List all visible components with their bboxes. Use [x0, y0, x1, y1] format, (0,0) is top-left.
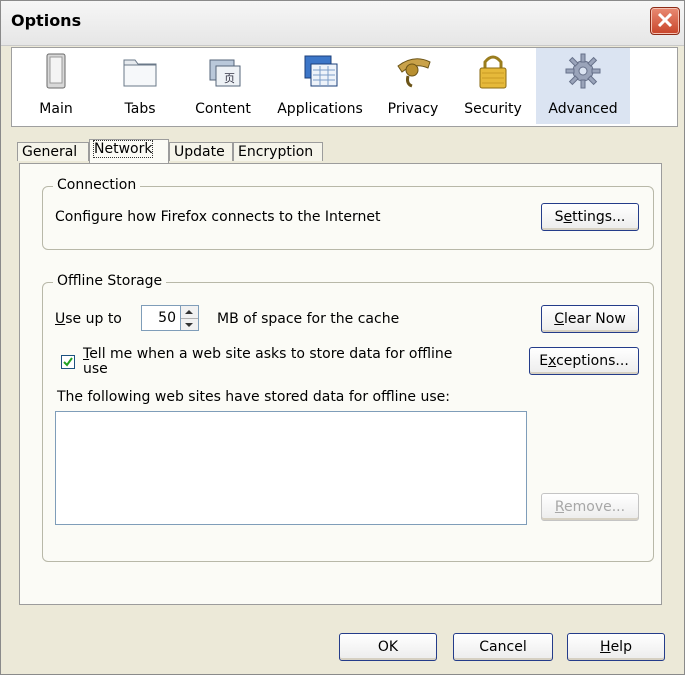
pane-main-button[interactable]: Main — [24, 48, 88, 124]
stored-sites-label: The following web sites have stored data… — [57, 389, 450, 405]
ok-button[interactable]: OK — [339, 633, 437, 661]
advanced-panel: General Network Update Encryption Connec… — [11, 127, 676, 605]
network-tab-page: Connection Configure how Firefox connect… — [19, 163, 662, 605]
security-pane-icon — [479, 55, 507, 89]
pane-applications-button[interactable]: Applications — [270, 48, 370, 124]
remove-button[interactable]: Remove... — [541, 493, 639, 521]
exceptions-button[interactable]: Exceptions... — [529, 347, 639, 375]
svg-text:页: 页 — [224, 72, 235, 85]
pane-applications-label: Applications — [277, 101, 363, 117]
connection-group-label: Connection — [53, 177, 141, 193]
cache-suffix-label: MB of space for the cache — [217, 311, 400, 327]
pane-toolbar: Main Tabs 页 Content Applications Privacy… — [11, 47, 678, 127]
content-pane-icon: 页 — [209, 59, 241, 87]
tab-general[interactable]: General — [17, 142, 89, 161]
pane-security-button[interactable]: Security — [456, 48, 530, 124]
tell-me-label[interactable]: Tell me when a web site asks to store da… — [83, 347, 452, 377]
pane-advanced-label: Advanced — [548, 101, 618, 117]
spin-down-button[interactable] — [181, 318, 198, 331]
spin-down-icon — [185, 323, 193, 327]
tell-me-checkbox[interactable] — [61, 355, 75, 369]
pane-security-label: Security — [464, 101, 522, 117]
connection-description: Configure how Firefox connects to the In… — [55, 209, 381, 225]
connection-group: Connection Configure how Firefox connect… — [42, 177, 654, 250]
window-title: Options — [11, 11, 82, 30]
pane-tabs-label: Tabs — [124, 101, 156, 117]
cache-size-input[interactable]: 50 — [141, 305, 181, 331]
tab-encryption-label: Encryption — [238, 144, 314, 160]
tab-network[interactable]: Network — [89, 139, 169, 163]
main-pane-icon — [46, 53, 66, 89]
offline-storage-group: Offline Storage Use up to 50 MB of space… — [42, 273, 654, 562]
close-button[interactable] — [650, 7, 680, 35]
pane-privacy-button[interactable]: Privacy — [380, 48, 446, 124]
tab-update-label: Update — [174, 144, 225, 160]
pane-content-button[interactable]: 页 Content — [186, 48, 260, 124]
cache-size-spinner[interactable] — [181, 305, 199, 331]
pane-content-label: Content — [195, 101, 251, 117]
clear-now-button[interactable]: Clear Now — [541, 305, 639, 333]
pane-privacy-label: Privacy — [387, 101, 439, 117]
options-window: Options Main Tabs 页 Content Applications… — [0, 0, 685, 675]
pane-tabs-button[interactable]: Tabs — [108, 48, 172, 124]
use-up-to-label: Use up to — [55, 311, 122, 327]
tab-update[interactable]: Update — [169, 142, 233, 161]
pane-main-label: Main — [39, 101, 73, 117]
settings-button[interactable]: Settings... — [541, 203, 639, 231]
tabs-pane-icon — [123, 59, 157, 87]
close-icon — [657, 13, 673, 27]
offline-storage-group-label: Offline Storage — [53, 273, 167, 289]
tab-encryption[interactable]: Encryption — [233, 142, 323, 161]
advanced-pane-icon — [565, 53, 601, 89]
pane-advanced-button[interactable]: Advanced — [536, 48, 630, 124]
help-button[interactable]: Help — [567, 633, 665, 661]
spin-up-icon — [185, 310, 193, 314]
tab-network-label: Network — [92, 140, 154, 158]
tab-general-label: General — [22, 144, 78, 160]
cancel-button[interactable]: Cancel — [453, 633, 553, 661]
stored-sites-list[interactable] — [55, 411, 527, 525]
privacy-pane-icon — [397, 58, 431, 88]
checkmark-icon — [63, 357, 73, 367]
spin-up-button[interactable] — [181, 306, 198, 318]
title-bar[interactable]: Options — [1, 1, 684, 46]
applications-pane-icon — [304, 55, 338, 87]
